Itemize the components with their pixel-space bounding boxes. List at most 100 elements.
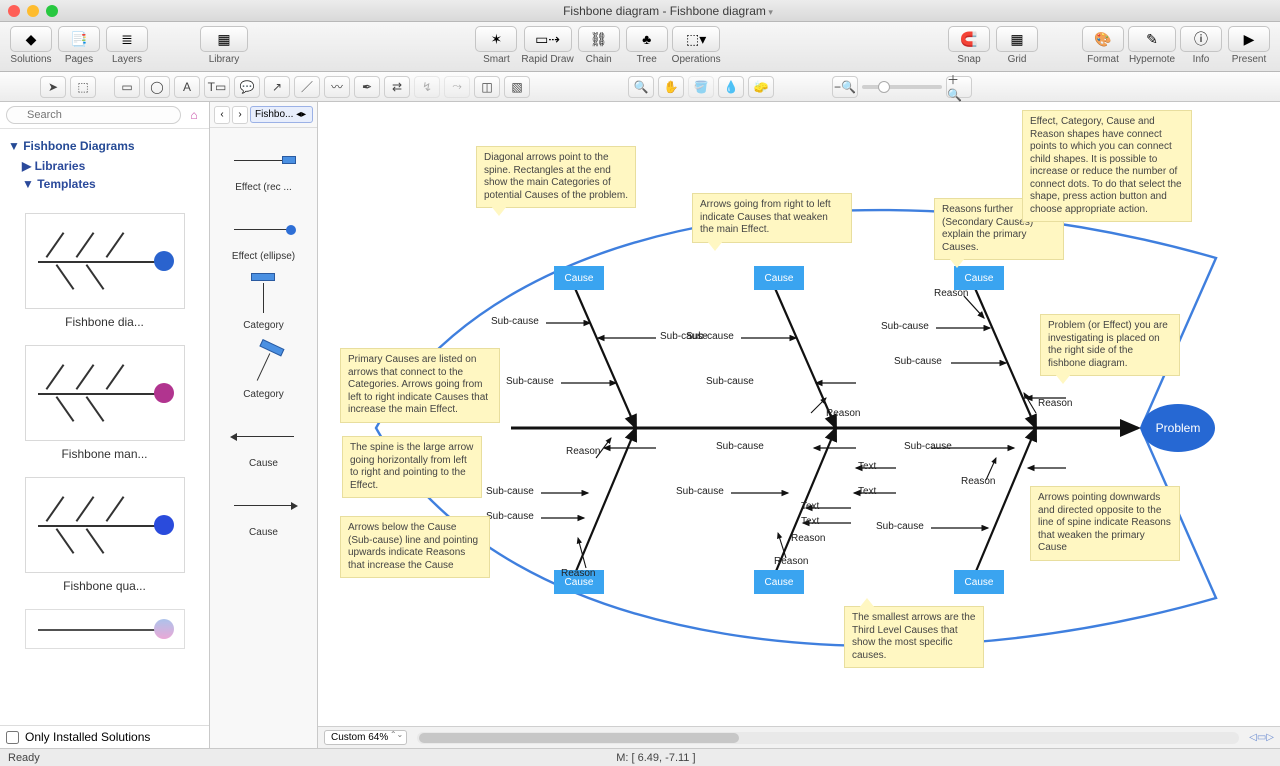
smart-button[interactable]: ✶ [475,26,517,52]
zoom-window-button[interactable] [46,5,58,17]
only-installed-checkbox[interactable] [6,731,19,744]
library-button[interactable]: ▦ [200,26,248,52]
main-area: ⌂ ▼ Fishbone Diagrams ▶ Libraries ▼ Temp… [0,102,1280,748]
connector-tool[interactable]: ⇄ [384,76,410,98]
home-icon[interactable]: ⌂ [185,106,203,124]
shapes-forward-button[interactable]: › [232,106,248,124]
template-item[interactable] [10,609,199,649]
text-label: Text [801,501,819,512]
rectangle-tool[interactable]: ▭ [114,76,140,98]
shape-item[interactable]: Cause [216,489,311,538]
subcause-label: Sub-cause [491,316,539,327]
subcause-label: Sub-cause [894,356,942,367]
text-label: Text [858,486,876,497]
annotation-note: The smallest arrows are the Third Level … [844,606,984,668]
rapid-draw-button[interactable]: ▭⇢ [524,26,572,52]
template-item[interactable]: Fishbone dia... [10,213,199,329]
cause-box[interactable]: Cause [754,266,804,290]
canvas-footer: Custom 64% ◁▭▷ [318,726,1280,748]
curve-tool[interactable]: 〰 [324,76,350,98]
subcause-label: Sub-cause [686,331,734,342]
chain-button[interactable]: ⛓ [578,26,620,52]
fill-tool[interactable]: 🪣 [688,76,714,98]
shape-item[interactable]: Effect (ellipse) [216,213,311,262]
callout-tool[interactable]: 💬 [234,76,260,98]
subcause-label: Sub-cause [676,486,724,497]
subcause-label: Sub-cause [486,486,534,497]
cause-box[interactable]: Cause [554,266,604,290]
shapes-back-button[interactable]: ‹ [214,106,230,124]
window-title[interactable]: Fishbone diagram - Fishbone diagram [64,4,1272,18]
reason-label: Reason [774,556,808,567]
annotation-note: Effect, Category, Cause and Reason shape… [1022,110,1192,222]
shape-item[interactable]: Cause [216,420,311,469]
text-tool[interactable]: A [174,76,200,98]
close-window-button[interactable] [8,5,20,17]
stamp-tool[interactable]: ◫ [474,76,500,98]
ellipse-tool[interactable]: ◯ [144,76,170,98]
minimize-window-button[interactable] [27,5,39,17]
arrow-tool[interactable]: ↗ [264,76,290,98]
horizontal-scrollbar[interactable] [417,732,1239,744]
hypernote-button[interactable]: ✎ [1128,26,1176,52]
reason-label: Reason [826,408,860,419]
page-nav-icon[interactable]: ◁▭▷ [1249,732,1274,743]
marquee-tool[interactable]: ⬚ [70,76,96,98]
canvas-wrap: Problem Cause Cause Cause Cause Cause Ca… [318,102,1280,748]
info-button[interactable]: ⓘ [1180,26,1222,52]
text-label: Text [801,516,819,527]
annotation-note: Arrows pointing downwards and directed o… [1030,486,1180,561]
annotation-note: The spine is the large arrow going horiz… [342,436,482,498]
window-titlebar: Fishbone diagram - Fishbone diagram [0,0,1280,22]
format-button[interactable]: 🎨 [1082,26,1124,52]
reason-label: Reason [934,288,968,299]
eraser-tool[interactable]: 🧽 [748,76,774,98]
connector3-tool[interactable]: ⤳ [444,76,470,98]
cause-box[interactable]: Cause [754,570,804,594]
zoom-slider[interactable] [862,85,942,89]
image-tool[interactable]: ▧ [504,76,530,98]
drawing-canvas[interactable]: Problem Cause Cause Cause Cause Cause Ca… [318,102,1280,726]
zoom-in-button[interactable]: ＋🔍 [946,76,972,98]
shapes-breadcrumb[interactable]: Fishbo... ◂▸ [250,106,313,123]
annotation-note: Arrows below the Cause (Sub-cause) line … [340,516,490,578]
sidebar-item-templates[interactable]: ▼ Templates [8,175,201,193]
template-item[interactable]: Fishbone qua... [10,477,199,593]
search-input[interactable] [6,106,181,124]
template-item[interactable]: Fishbone man... [10,345,199,461]
zoom-out-button[interactable]: −🔍 [832,76,858,98]
layers-button[interactable]: ≣ [106,26,148,52]
reason-label: Reason [1038,398,1072,409]
line-tool[interactable]: ／ [294,76,320,98]
zoom-select[interactable]: Custom 64% [324,730,407,745]
status-coords: M: [ 6.49, -7.11 ] [40,752,1272,764]
solutions-button[interactable]: ◆ [10,26,52,52]
shape-item[interactable]: Effect (rec ... [216,144,311,193]
subcause-label: Sub-cause [904,441,952,452]
templates-list: Fishbone dia... Fishbone man... [0,199,209,725]
tree-button[interactable]: ♣ [626,26,668,52]
annotation-note: Arrows going from right to left indicate… [692,193,852,243]
subcause-label: Sub-cause [881,321,929,332]
hand-tool[interactable]: ✋ [658,76,684,98]
cause-box[interactable]: Cause [954,570,1004,594]
subcause-label: Sub-cause [506,376,554,387]
snap-button[interactable]: 🧲 [948,26,990,52]
pointer-tool[interactable]: ➤ [40,76,66,98]
problem-node[interactable]: Problem [1141,404,1215,452]
eyedropper-tool[interactable]: 💧 [718,76,744,98]
status-ready: Ready [8,752,40,764]
sidebar-item-libraries[interactable]: ▶ Libraries [8,157,201,175]
present-button[interactable]: ▶ [1228,26,1270,52]
shape-item[interactable]: Category [216,351,311,400]
cause-box[interactable]: Cause [954,266,1004,290]
pen-tool[interactable]: ✒ [354,76,380,98]
sidebar-section-header[interactable]: ▼ Fishbone Diagrams [8,139,201,153]
pages-button[interactable]: 📑 [58,26,100,52]
operations-button[interactable]: ⬚▾ [672,26,720,52]
zoom-tool[interactable]: 🔍 [628,76,654,98]
grid-button[interactable]: ▦ [996,26,1038,52]
shape-item[interactable]: Category [216,282,311,331]
connector2-tool[interactable]: ↯ [414,76,440,98]
textbox-tool[interactable]: T▭ [204,76,230,98]
